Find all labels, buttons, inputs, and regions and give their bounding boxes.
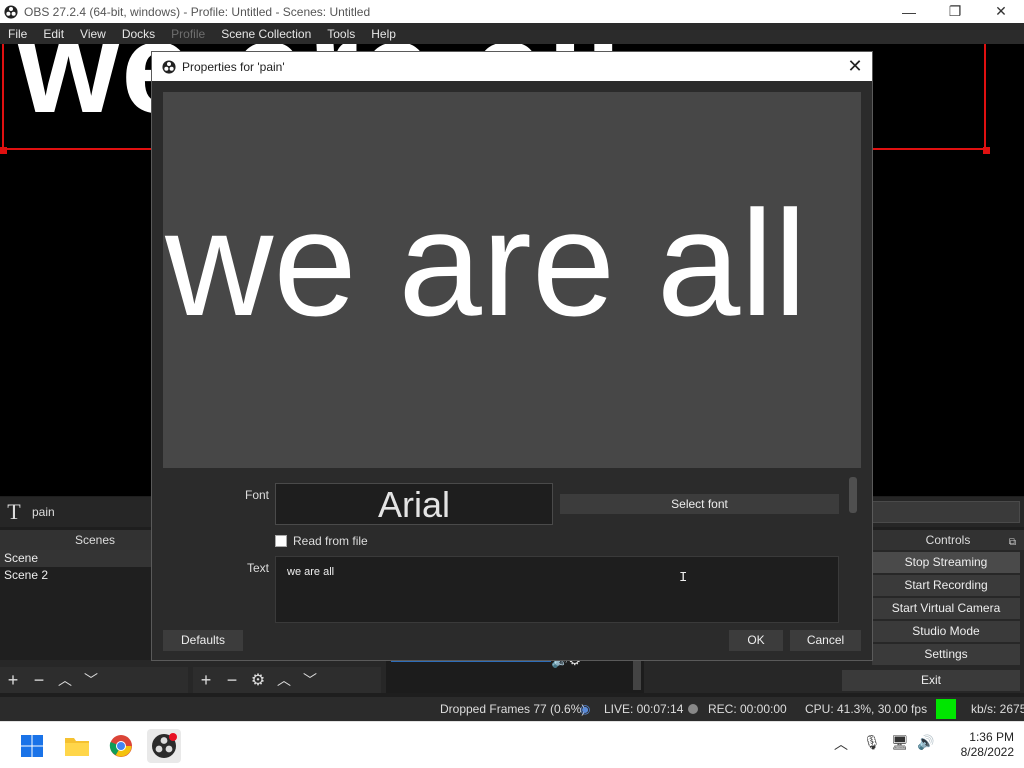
text-input[interactable]: we are all <box>275 556 839 623</box>
cancel-button[interactable]: Cancel <box>790 630 861 651</box>
text-label: Text <box>247 561 270 575</box>
window-title: OBS 27.2.4 (64-bit, windows) - Profile: … <box>24 4 371 19</box>
read-from-file-label: Read from file <box>293 534 368 548</box>
stream-health-indicator <box>936 699 956 719</box>
obs-logo-icon <box>162 59 176 74</box>
sources-toolbar: + − ⚙ ︿ ﹀ <box>193 667 381 693</box>
restore-button[interactable]: ❐ <box>932 0 978 23</box>
windows-start-icon[interactable] <box>15 729 49 763</box>
read-from-file-checkbox[interactable] <box>275 535 287 547</box>
exit-button[interactable]: Exit <box>842 670 1020 691</box>
controls-dock: Controls ⧉ Stop Streaming Start Recordin… <box>872 530 1024 693</box>
rec-indicator-icon <box>688 704 698 714</box>
close-dialog-icon[interactable]: ✕ <box>844 55 866 77</box>
obs-logo-icon <box>4 4 18 19</box>
menu-docks[interactable]: Docks <box>114 27 163 41</box>
bitrate: kb/s: 2675 <box>971 702 1024 716</box>
menu-profile[interactable]: Profile <box>163 27 213 41</box>
rec-timer: REC: 00:00:00 <box>708 702 787 716</box>
dialog-title-bar: Properties for 'pain' <box>152 52 872 81</box>
selected-source-name: pain <box>32 505 55 519</box>
show-hidden-icons-icon[interactable]: ︿ <box>834 734 848 754</box>
remove-source-icon[interactable]: − <box>219 670 245 691</box>
file-explorer-icon[interactable] <box>60 729 94 763</box>
add-scene-icon[interactable]: + <box>0 670 26 691</box>
clock-time: 1:36 PM <box>969 730 1014 744</box>
system-clock[interactable]: 1:36 PM 8/28/2022 <box>942 730 1014 760</box>
microphone-icon[interactable]: 🎙 <box>863 734 881 751</box>
font-label: Font <box>245 488 270 502</box>
windows-taskbar: ︿ 🎙 🖥 🔊 1:36 PM 8/28/2022 <box>0 721 1024 768</box>
resize-handle-bottom-left[interactable] <box>0 147 7 154</box>
properties-dialog: Properties for 'pain' ✕ we are all Font … <box>151 51 873 661</box>
stop-streaming-button[interactable]: Stop Streaming <box>872 552 1020 573</box>
status-bar: Dropped Frames 77 (0.6%) ◉ LIVE: 00:07:1… <box>0 697 1024 721</box>
live-timer: LIVE: 00:07:14 <box>604 702 684 716</box>
scenes-toolbar: + − ︿ ﹀ <box>0 667 188 693</box>
text-source-icon: T <box>7 499 21 524</box>
font-preview: Arial <box>275 483 553 525</box>
menu-file[interactable]: File <box>0 27 35 41</box>
menu-tools[interactable]: Tools <box>319 27 363 41</box>
dropped-frames: Dropped Frames 77 (0.6%) <box>440 702 586 716</box>
move-up-icon[interactable]: ︿ <box>52 670 78 690</box>
network-icon[interactable]: 🖥 <box>891 734 909 751</box>
float-dock-icon[interactable]: ⧉ <box>1009 533 1016 553</box>
minimize-button[interactable]: — <box>886 0 932 23</box>
clock-date: 8/28/2022 <box>960 745 1014 759</box>
app-title-bar: OBS 27.2.4 (64-bit, windows) - Profile: … <box>0 0 1024 23</box>
dialog-preview-text: we are all <box>165 179 807 347</box>
cpu-usage: CPU: 41.3%, 30.00 fps <box>805 702 928 716</box>
menu-help[interactable]: Help <box>363 27 404 41</box>
dialog-title: Properties for 'pain' <box>182 59 285 74</box>
select-font-button[interactable]: Select font <box>560 494 839 514</box>
dialog-preview: we are all <box>163 92 861 468</box>
start-recording-button[interactable]: Start Recording <box>872 575 1020 596</box>
studio-mode-button[interactable]: Studio Mode <box>872 621 1020 642</box>
volume-icon[interactable]: 🔊 <box>917 734 934 751</box>
chrome-icon[interactable] <box>104 729 138 763</box>
live-broadcast-icon: ◉ <box>580 702 591 716</box>
controls-header: Controls ⧉ <box>872 530 1024 550</box>
menu-edit[interactable]: Edit <box>35 27 72 41</box>
controls-title: Controls <box>925 533 971 547</box>
move-down-icon[interactable]: ﹀ <box>297 670 323 690</box>
menu-scene-collection[interactable]: Scene Collection <box>213 27 319 41</box>
menu-bar: File Edit View Docks Profile Scene Colle… <box>0 23 1024 44</box>
properties-scrollbar[interactable] <box>849 477 857 513</box>
start-virtual-camera-button[interactable]: Start Virtual Camera <box>872 598 1020 619</box>
remove-scene-icon[interactable]: − <box>26 670 52 691</box>
source-toolbar-field[interactable] <box>872 501 1020 523</box>
resize-handle-bottom-right[interactable] <box>983 147 990 154</box>
gear-icon[interactable]: ⚙ <box>245 670 271 690</box>
defaults-button[interactable]: Defaults <box>163 630 243 651</box>
settings-button[interactable]: Settings <box>872 644 1020 665</box>
close-window-button[interactable]: ✕ <box>978 0 1024 23</box>
move-up-icon[interactable]: ︿ <box>271 670 297 690</box>
read-from-file-row: Read from file <box>275 534 368 548</box>
text-cursor-icon: I <box>679 570 688 586</box>
ok-button[interactable]: OK <box>729 630 783 651</box>
move-down-icon[interactable]: ﹀ <box>78 670 104 690</box>
obs-studio-icon[interactable] <box>147 729 181 763</box>
add-source-icon[interactable]: + <box>193 670 219 691</box>
menu-view[interactable]: View <box>72 27 114 41</box>
